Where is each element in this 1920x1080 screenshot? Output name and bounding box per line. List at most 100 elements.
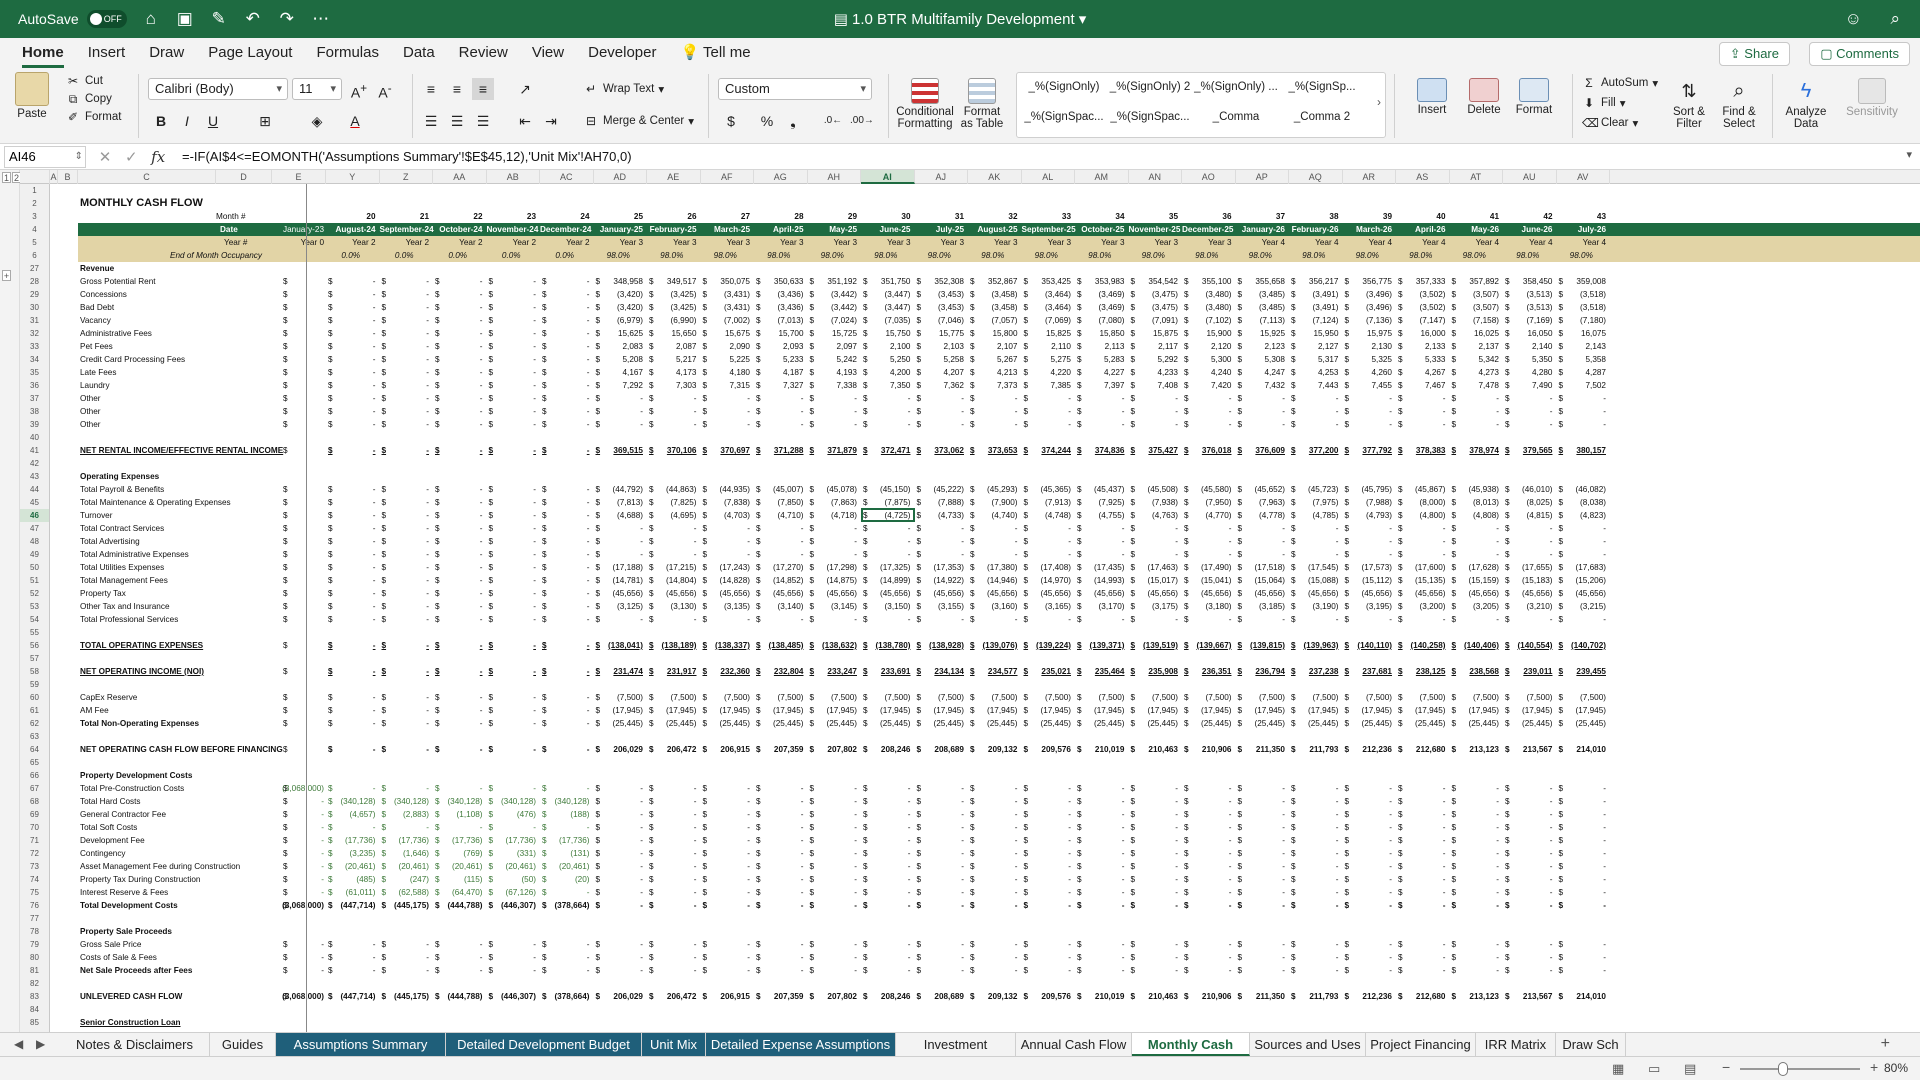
cell-value[interactable]: - — [1182, 782, 1232, 795]
add-sheet-icon[interactable]: + — [1881, 1035, 1890, 1053]
cell-value[interactable]: (15,017) — [1129, 574, 1179, 587]
cell-value[interactable]: - — [1557, 821, 1606, 834]
cell-value[interactable]: (3,475) — [1129, 288, 1178, 301]
cell-value[interactable]: (45,656) — [1022, 587, 1072, 600]
cell-value[interactable]: Year 3 — [701, 236, 750, 249]
italic-button[interactable]: I — [176, 110, 198, 132]
cell-value[interactable]: September-24 — [380, 223, 434, 236]
search-icon[interactable]: ⌕ — [1890, 9, 1900, 29]
cell-value[interactable]: - — [540, 782, 590, 795]
cell-value[interactable]: (46,082) — [1557, 483, 1607, 496]
cell-value[interactable]: (7,988) — [1343, 496, 1392, 509]
row-label[interactable]: Costs of Sale & Fees — [80, 951, 157, 964]
cell-value[interactable]: (17,945) — [1557, 704, 1607, 717]
cell-value[interactable]: 378,383 — [1396, 444, 1446, 457]
cell-value[interactable]: - — [915, 522, 964, 535]
cell-value[interactable]: - — [1557, 938, 1606, 951]
cell-value[interactable]: - — [487, 964, 536, 977]
cell-value[interactable]: - — [915, 392, 964, 405]
cell-value[interactable]: - — [808, 782, 857, 795]
cell-value[interactable]: (15,112) — [1343, 574, 1392, 587]
cell-value[interactable]: - — [326, 327, 376, 340]
cell-value[interactable]: - — [1343, 834, 1392, 847]
cell-value[interactable]: (7,024) — [808, 314, 857, 327]
column-header-AT[interactable]: AT — [1450, 170, 1503, 184]
cell-value[interactable]: - — [1450, 782, 1499, 795]
style-option[interactable]: _%(SignOnly) ... — [1193, 81, 1279, 93]
cell-value[interactable]: (45,508) — [1129, 483, 1179, 496]
cell-value[interactable]: - — [1503, 873, 1553, 886]
column-header-AK[interactable]: AK — [968, 170, 1022, 184]
cell-value[interactable]: 23 — [487, 210, 536, 223]
cell-value[interactable]: (17,945) — [1022, 704, 1072, 717]
cell-value[interactable]: 379,565 — [1503, 444, 1553, 457]
cell-value[interactable]: - — [433, 691, 483, 704]
cell-value[interactable]: 27 — [701, 210, 750, 223]
cell-value[interactable]: - — [1396, 418, 1446, 431]
cell-value[interactable]: 353,425 — [1022, 275, 1071, 288]
cell-value[interactable]: - — [326, 574, 376, 587]
cell-value[interactable]: - — [647, 860, 697, 873]
cell-value[interactable]: - — [701, 418, 750, 431]
cell-value[interactable]: (378,664) — [540, 899, 589, 912]
cell-value[interactable]: - — [1503, 535, 1553, 548]
cell-value[interactable]: - — [433, 665, 483, 678]
cell-value[interactable]: March-25 — [701, 223, 750, 236]
cell-value[interactable]: - — [1075, 535, 1125, 548]
cell-value[interactable]: - — [1450, 535, 1499, 548]
cell-value[interactable]: - — [1075, 847, 1125, 860]
cell-value[interactable]: 206,029 — [594, 990, 643, 1003]
cell-value[interactable]: - — [433, 405, 483, 418]
cell-value[interactable]: - — [594, 899, 643, 912]
cell-value[interactable]: - — [1182, 405, 1232, 418]
cell-value[interactable]: - — [380, 951, 429, 964]
cell-value[interactable]: (45,580) — [1182, 483, 1232, 496]
page-layout-view-icon[interactable]: ▭ — [1648, 1061, 1660, 1077]
cell-value[interactable]: - — [1129, 964, 1178, 977]
cell-value[interactable]: (17,945) — [861, 704, 911, 717]
cell-value[interactable]: - — [968, 834, 1018, 847]
row-header[interactable]: 59 — [20, 678, 50, 691]
row-header[interactable]: 46 — [20, 509, 50, 522]
cell-value[interactable]: - — [1557, 535, 1606, 548]
cell-value[interactable]: - — [1022, 522, 1071, 535]
cell-value[interactable]: (139,667) — [1182, 639, 1231, 652]
column-header-B[interactable]: B — [58, 170, 78, 184]
cell-value[interactable]: - — [968, 847, 1018, 860]
font-color-icon[interactable]: A — [344, 110, 366, 132]
cell-value[interactable]: - — [380, 444, 429, 457]
cell-value[interactable]: (3,420) — [594, 301, 643, 314]
cell-value[interactable]: (15,183) — [1503, 574, 1553, 587]
cell-value[interactable]: 212,680 — [1396, 990, 1446, 1003]
cell-value[interactable]: (138,041) — [594, 639, 643, 652]
cell-value[interactable]: 354,542 — [1129, 275, 1178, 288]
cell-value[interactable]: - — [1396, 821, 1446, 834]
cell-value[interactable]: (7,147) — [1396, 314, 1446, 327]
cell-value[interactable]: - — [808, 873, 857, 886]
undo-icon[interactable]: ↶ — [243, 9, 263, 29]
cell-value[interactable]: (3,125) — [594, 600, 643, 613]
cell-value[interactable]: - — [861, 899, 911, 912]
cell-value[interactable]: - — [1129, 392, 1178, 405]
cell-value[interactable]: (3,447) — [861, 288, 911, 301]
cell-value[interactable]: 376,609 — [1236, 444, 1285, 457]
cell-value[interactable]: (17,408) — [1022, 561, 1072, 574]
cell-value[interactable]: (4,808) — [1450, 509, 1499, 522]
cell-value[interactable]: - — [1129, 834, 1178, 847]
cell-value[interactable]: 235,908 — [1129, 665, 1178, 678]
cell-value[interactable]: (8,013) — [1450, 496, 1499, 509]
cell-value[interactable]: - — [1182, 938, 1232, 951]
cell-value[interactable]: 39 — [1343, 210, 1392, 223]
cell-value[interactable]: - — [1129, 808, 1178, 821]
cell-value[interactable]: (139,076) — [968, 639, 1017, 652]
cell-value[interactable]: 5,233 — [754, 353, 804, 366]
cell-value[interactable]: - — [1075, 964, 1125, 977]
sheet-tab-investment-summary[interactable]: Investment Summary — [896, 1033, 1016, 1075]
column-header-AI[interactable]: AI — [861, 170, 915, 184]
cell-value[interactable]: 2,083 — [594, 340, 644, 353]
cell-value[interactable]: 4,227 — [1075, 366, 1125, 379]
month-label[interactable]: Month # — [216, 210, 246, 223]
sheet-tab-project-financing[interactable]: Project Financing — [1366, 1033, 1476, 1056]
cell-value[interactable]: - — [915, 795, 964, 808]
row-label[interactable]: Net Sale Proceeds after Fees — [80, 964, 192, 977]
